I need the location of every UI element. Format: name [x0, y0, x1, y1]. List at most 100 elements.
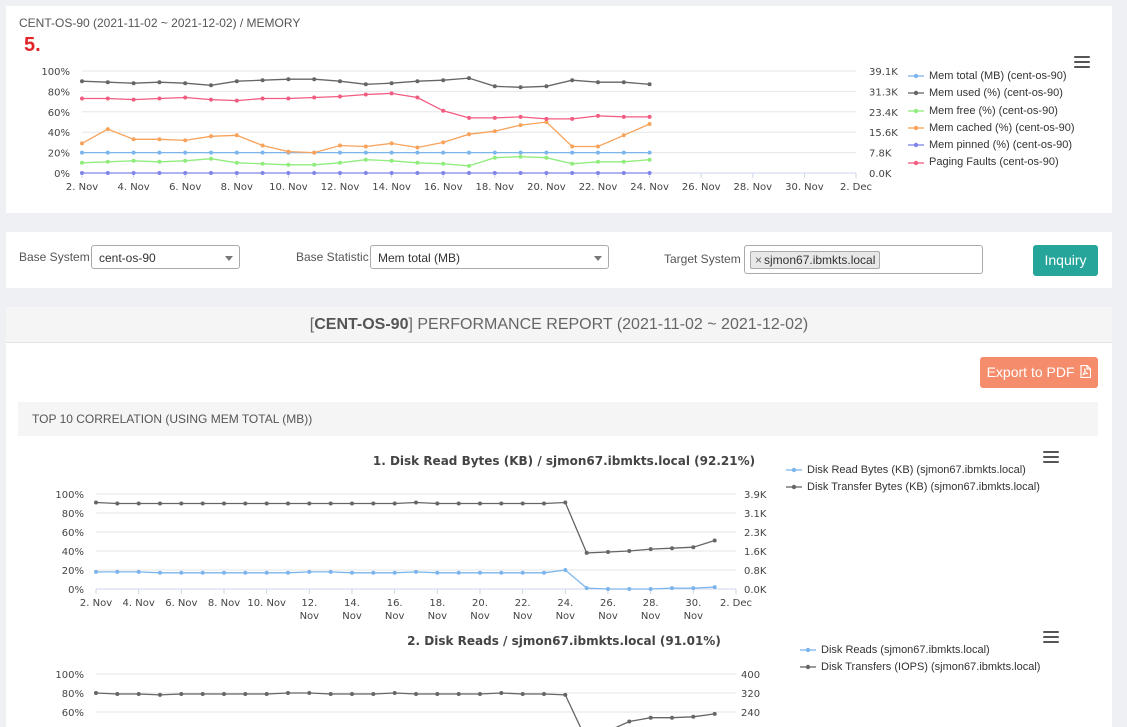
data-point: [222, 692, 226, 696]
export-pdf-button[interactable]: Export to PDF: [980, 357, 1098, 388]
data-point: [338, 94, 342, 99]
data-point: [363, 171, 368, 175]
data-point: [94, 500, 98, 505]
target-system-input[interactable]: × sjmon67.ibmkts.local: [744, 245, 983, 274]
data-point: [157, 171, 162, 175]
data-point: [105, 159, 110, 164]
x-tick-label: 16.: [387, 598, 403, 609]
data-point: [179, 692, 184, 696]
data-point: [286, 77, 291, 82]
data-point: [670, 546, 674, 551]
data-point: [115, 501, 120, 506]
report-title-text: PERFORMANCE REPORT (2021-11-02 ~ 2021-12…: [412, 316, 809, 333]
legend-item[interactable]: Mem total (MB) (cent-os-90): [908, 70, 1075, 87]
data-point: [492, 115, 497, 120]
data-point: [80, 96, 84, 101]
data-point: [456, 501, 461, 506]
data-point: [179, 501, 184, 506]
legend-item[interactable]: Disk Reads (sjmon67.ibmkts.local): [800, 644, 1040, 661]
legend-item[interactable]: Disk Transfer Bytes (KB) (sjmon67.ibmkts…: [786, 481, 1040, 498]
data-point: [627, 549, 632, 553]
base-statistic-value: Mem total (MB): [378, 251, 461, 265]
legend-item[interactable]: Disk Transfers (IOPS) (sjmon67.ibmkts.lo…: [800, 661, 1040, 678]
data-point: [286, 171, 291, 175]
data-point: [712, 585, 717, 590]
base-statistic-select[interactable]: Mem total (MB): [370, 245, 609, 269]
chart-menu-icon[interactable]: [1043, 631, 1059, 643]
data-point: [264, 570, 269, 575]
chart-menu-icon[interactable]: [1043, 451, 1059, 463]
data-point: [621, 159, 626, 164]
data-point: [542, 692, 546, 696]
data-point: [105, 171, 110, 175]
legend-item[interactable]: Mem free (%) (cent-os-90): [908, 105, 1075, 122]
legend-item[interactable]: Mem used (%) (cent-os-90): [908, 87, 1075, 104]
data-point: [415, 160, 420, 165]
data-point: [312, 95, 317, 100]
data-point: [441, 108, 446, 113]
data-point: [222, 570, 226, 575]
data-point: [570, 116, 575, 121]
data-point: [307, 691, 312, 695]
legend-symbol-icon: [908, 91, 924, 96]
data-point: [478, 692, 482, 696]
series-line: [95, 501, 715, 554]
data-point: [570, 150, 575, 155]
y-left-tick-label: 60%: [48, 108, 70, 119]
data-point: [712, 538, 717, 543]
data-point: [441, 150, 446, 155]
data-point: [363, 144, 368, 149]
data-point: [234, 150, 239, 155]
y-left-tick-label: 80%: [62, 689, 84, 700]
chart-title: 2. Disk Reads / sjmon67.ibmkts.local (91…: [407, 634, 721, 648]
data-point: [478, 501, 482, 506]
x-tick-label: 10. Nov: [269, 182, 308, 193]
x-tick-label: Nov: [684, 611, 704, 622]
x-tick-label: 30.: [685, 598, 701, 609]
data-point: [648, 587, 653, 591]
data-point: [350, 501, 354, 506]
data-point: [570, 144, 575, 149]
data-point: [80, 160, 84, 165]
x-tick-label: Nov: [428, 611, 448, 622]
data-point: [105, 150, 110, 155]
target-system-label: Target System: [664, 252, 741, 266]
data-point: [648, 715, 653, 720]
data-point: [518, 114, 523, 119]
chart-title: 1. Disk Read Bytes (KB) / sjmon67.ibmkts…: [373, 454, 755, 468]
data-point: [518, 171, 523, 175]
x-tick-label: 24.: [557, 598, 573, 609]
data-point: [350, 692, 354, 696]
legend-item[interactable]: Disk Read Bytes (KB) (sjmon67.ibmkts.loc…: [786, 464, 1040, 481]
data-point: [363, 92, 368, 97]
data-point: [670, 586, 674, 591]
series-line: [82, 92, 650, 120]
data-point: [234, 79, 239, 84]
data-point: [621, 171, 626, 175]
x-tick-label: 2. Dec: [720, 598, 752, 609]
legend-item[interactable]: Mem pinned (%) (cent-os-90): [908, 139, 1075, 156]
data-point: [200, 692, 205, 696]
inquiry-button[interactable]: Inquiry: [1033, 245, 1098, 276]
data-point: [105, 96, 110, 101]
data-point: [234, 160, 239, 165]
data-point: [389, 81, 394, 86]
legend-item[interactable]: Mem cached (%) (cent-os-90): [908, 122, 1075, 139]
data-point: [183, 158, 188, 163]
tag-remove-button[interactable]: ×: [755, 253, 762, 267]
data-point: [338, 171, 342, 175]
data-point: [131, 158, 136, 163]
base-system-value: cent-os-90: [99, 251, 156, 265]
data-point: [544, 150, 549, 155]
x-tick-label: Nov: [342, 611, 362, 622]
legend-symbol-icon: [908, 73, 924, 79]
x-tick-label: 18. Nov: [475, 182, 514, 193]
data-point: [647, 114, 652, 119]
legend-item[interactable]: Paging Faults (cent-os-90): [908, 156, 1075, 173]
data-point: [570, 78, 575, 83]
x-tick-label: Nov: [300, 611, 320, 622]
data-point: [286, 149, 291, 154]
y-right-tick-label: 320: [741, 689, 760, 700]
base-system-select[interactable]: cent-os-90: [91, 245, 240, 269]
legend-symbol-icon: [800, 665, 816, 670]
